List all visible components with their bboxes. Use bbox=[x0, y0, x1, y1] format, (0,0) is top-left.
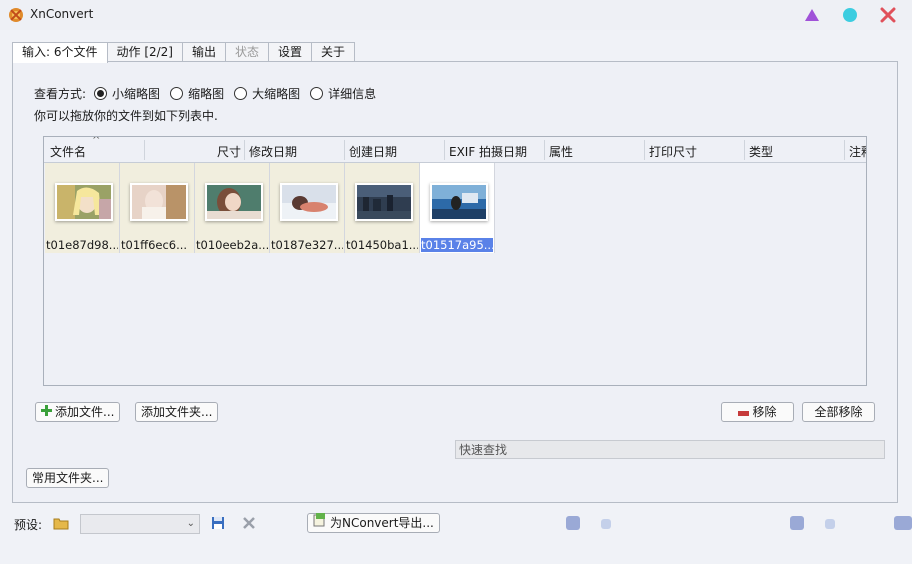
thumbnail-grid: t01e87d98... t01ff6ec6... t010eeb2a... t… bbox=[45, 163, 495, 253]
column-type[interactable]: 类型 bbox=[749, 143, 773, 160]
sort-ascending-icon: ^ bbox=[92, 136, 101, 146]
export-label: 为NConvert导出... bbox=[330, 515, 434, 530]
list-header: ^ 文件名 尺寸 修改日期 创建日期 EXIF 拍摄日期 属性 打印尺寸 类型 … bbox=[44, 137, 866, 163]
toolbar-icon[interactable] bbox=[825, 519, 835, 529]
common-folders-label: 常用文件夹... bbox=[32, 470, 104, 485]
file-item[interactable]: t01e87d98... bbox=[45, 163, 120, 253]
column-modified[interactable]: 修改日期 bbox=[249, 143, 297, 160]
presets-label: 预设: bbox=[14, 518, 43, 532]
radio-thumbnails[interactable] bbox=[170, 86, 184, 100]
remove-label: 移除 bbox=[752, 404, 777, 419]
toolbar-icon[interactable] bbox=[601, 519, 611, 529]
toolbar-icon[interactable] bbox=[790, 516, 804, 530]
folder-icon[interactable] bbox=[53, 516, 69, 533]
close-button[interactable] bbox=[879, 6, 897, 24]
column-attributes[interactable]: 属性 bbox=[549, 143, 573, 160]
delete-icon[interactable] bbox=[242, 516, 256, 533]
radio-small-thumbnails[interactable] bbox=[94, 86, 108, 100]
tab-settings[interactable]: 设置 bbox=[268, 42, 313, 62]
quick-search-input[interactable]: 快速查找 bbox=[455, 440, 885, 459]
file-name: t01ff6ec6... bbox=[121, 238, 188, 252]
file-item[interactable]: t01450ba1... bbox=[345, 163, 420, 253]
file-name: t01517a95... bbox=[421, 238, 493, 252]
add-folder-button[interactable]: 添加文件夹... bbox=[135, 402, 219, 422]
plus-icon bbox=[41, 403, 52, 422]
minimize-button[interactable] bbox=[803, 6, 821, 24]
column-comment[interactable]: 注释 bbox=[849, 143, 866, 160]
export-icon bbox=[313, 513, 327, 533]
toolbar-icon[interactable] bbox=[566, 516, 580, 530]
file-list[interactable]: ^ 文件名 尺寸 修改日期 创建日期 EXIF 拍摄日期 属性 打印尺寸 类型 … bbox=[43, 136, 867, 386]
file-name: t010eeb2a... bbox=[196, 238, 268, 252]
view-mode-label: 查看方式: bbox=[34, 86, 87, 101]
add-folder-label: 添加文件夹... bbox=[141, 404, 213, 419]
radio-label-large-thumbnails: 大缩略图 bbox=[252, 86, 301, 101]
remove-all-button[interactable]: 全部移除 bbox=[802, 402, 875, 422]
remove-all-label: 全部移除 bbox=[814, 404, 863, 419]
file-name: t01e87d98... bbox=[46, 238, 118, 252]
file-item[interactable]: t0187e327... bbox=[270, 163, 345, 253]
presets-dropdown[interactable]: ⌄ bbox=[80, 514, 200, 534]
tab-bar: 输入: 6个文件 动作 [2/2] 输出 状态 设置 关于 bbox=[12, 42, 356, 63]
thumbnail-image bbox=[55, 183, 113, 221]
toolbar-icon[interactable] bbox=[894, 516, 912, 530]
column-filename[interactable]: 文件名 bbox=[50, 143, 86, 160]
tab-input[interactable]: 输入: 6个文件 bbox=[12, 42, 108, 63]
tab-about[interactable]: 关于 bbox=[311, 42, 356, 62]
file-item[interactable]: t01ff6ec6... bbox=[120, 163, 195, 253]
view-mode-group: 查看方式: 小缩略图 缩略图 大缩略图 详细信息 bbox=[34, 85, 376, 101]
file-name: t0187e327... bbox=[271, 238, 343, 252]
thumbnail-image bbox=[355, 183, 413, 221]
column-created[interactable]: 创建日期 bbox=[349, 143, 397, 160]
save-icon[interactable] bbox=[211, 516, 225, 533]
drop-hint: 你可以拖放你的文件到如下列表中. bbox=[34, 109, 218, 123]
radio-large-thumbnails[interactable] bbox=[234, 86, 248, 100]
add-files-button[interactable]: 添加文件... bbox=[35, 402, 121, 422]
thumbnail-image bbox=[205, 183, 263, 221]
title-bar bbox=[0, 0, 912, 30]
radio-label-small-thumbnails: 小缩略图 bbox=[112, 86, 161, 101]
app-logo-icon bbox=[8, 7, 24, 23]
chevron-down-icon: ⌄ bbox=[186, 518, 195, 529]
radio-label-thumbnails: 缩略图 bbox=[188, 86, 225, 101]
maximize-button[interactable] bbox=[841, 6, 859, 24]
tab-actions[interactable]: 动作 [2/2] bbox=[106, 42, 183, 62]
file-item-selected[interactable]: t01517a95... bbox=[420, 163, 495, 253]
column-exif-date[interactable]: EXIF 拍摄日期 bbox=[449, 143, 527, 160]
remove-button[interactable]: 移除 bbox=[721, 402, 794, 422]
thumbnail-image bbox=[430, 183, 488, 221]
radio-details[interactable] bbox=[310, 86, 324, 100]
column-print-size[interactable]: 打印尺寸 bbox=[649, 143, 697, 160]
minus-icon bbox=[738, 403, 750, 422]
window-title: XnConvert bbox=[30, 7, 94, 21]
thumbnail-image bbox=[130, 183, 188, 221]
tab-output[interactable]: 输出 bbox=[182, 42, 227, 62]
tab-status[interactable]: 状态 bbox=[225, 42, 270, 62]
add-files-label: 添加文件... bbox=[55, 404, 115, 419]
export-nconvert-button[interactable]: 为NConvert导出... bbox=[307, 513, 440, 533]
thumbnail-image bbox=[280, 183, 338, 221]
radio-label-details: 详细信息 bbox=[328, 86, 377, 101]
column-size[interactable]: 尺寸 bbox=[217, 143, 241, 160]
file-item[interactable]: t010eeb2a... bbox=[195, 163, 270, 253]
file-name: t01450ba1... bbox=[346, 238, 418, 252]
common-folders-button[interactable]: 常用文件夹... bbox=[26, 468, 110, 488]
